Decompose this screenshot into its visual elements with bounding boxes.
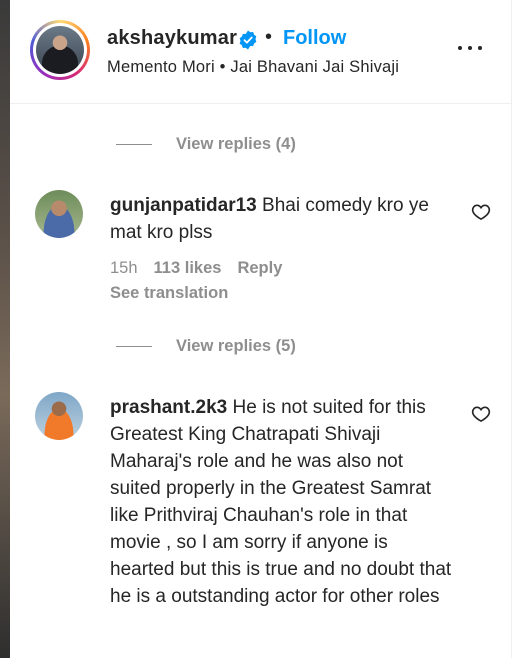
comment-text: prashant.2k3 He is not suited for this G… <box>110 394 455 610</box>
heart-outline-icon[interactable] <box>471 202 491 222</box>
comment-body: He is not suited for this Greatest King … <box>110 397 452 607</box>
comment-text: gunjanpatidar13 Bhai comedy kro ye mat k… <box>110 192 455 246</box>
follow-button[interactable]: Follow <box>283 27 346 50</box>
comment-time: 15h <box>110 259 138 277</box>
view-replies-button[interactable]: View replies (4) <box>116 133 296 155</box>
separator-dot: • <box>265 26 273 48</box>
avatar-image <box>36 26 84 74</box>
comment-likes[interactable]: 113 likes <box>154 259 222 278</box>
username[interactable]: akshaykumar <box>107 27 237 50</box>
verified-badge-icon <box>239 30 257 50</box>
see-translation-button[interactable]: See translation <box>110 284 228 303</box>
scrollbar-track[interactable] <box>511 0 519 658</box>
replies-divider <box>116 143 152 145</box>
heart-outline-icon[interactable] <box>471 404 491 424</box>
commenter-avatar[interactable] <box>35 190 83 238</box>
commenter-avatar[interactable] <box>35 392 83 440</box>
post-header: akshaykumar • Follow Memento Mori • Jai … <box>10 0 511 104</box>
background-video-edge <box>0 0 10 658</box>
commenter-username[interactable]: gunjanpatidar13 <box>110 195 257 216</box>
replies-divider <box>116 345 152 347</box>
comments-panel: akshaykumar • Follow Memento Mori • Jai … <box>10 0 511 658</box>
audio-label[interactable]: Memento Mori • Jai Bhavani Jai Shivaji <box>107 58 399 77</box>
profile-avatar[interactable] <box>30 20 90 80</box>
comment-meta: 15h 113 likes Reply <box>110 259 282 278</box>
more-options-icon[interactable] <box>456 38 484 58</box>
commenter-username[interactable]: prashant.2k3 <box>110 397 227 418</box>
view-replies-button[interactable]: View replies (5) <box>116 335 296 357</box>
reply-button[interactable]: Reply <box>237 259 282 278</box>
